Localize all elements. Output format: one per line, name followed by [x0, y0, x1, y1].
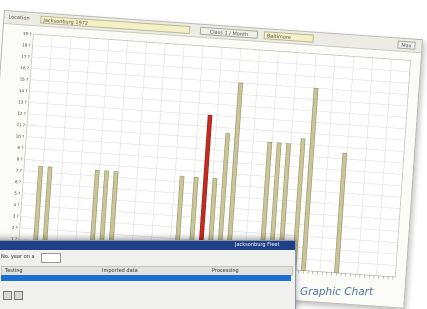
dialog-title: Jacksonburg Fleet [0, 241, 295, 250]
y-tick-label: 4 ? [13, 202, 19, 207]
bottom-dialog: Jacksonburg Fleet No. year on a Testing … [0, 240, 296, 309]
y-tick-label: 17 ? [21, 54, 30, 60]
y-tick-label: 12 ? [17, 111, 26, 117]
y-tick-label: 11 ? [16, 122, 25, 128]
y-tick-label: 7 ? [16, 168, 22, 173]
station-selector[interactable]: Baltimore [263, 31, 315, 43]
header-col-processing[interactable]: Processing [212, 267, 239, 275]
dialog-toolbar [3, 285, 33, 300]
header-col-testing[interactable]: Testing [5, 267, 23, 275]
class-month-button[interactable]: Class 1 / Month [199, 26, 259, 39]
y-tick-label: 8 ? [17, 156, 23, 161]
y-tick-label: 6 ? [15, 179, 21, 184]
y-tick-label: 5 ? [14, 191, 20, 196]
selected-row[interactable] [1, 275, 291, 281]
y-tick-label: 10 ? [16, 133, 25, 139]
y-tick-label: 14 ? [19, 88, 28, 94]
dialog-number-input[interactable] [41, 253, 61, 263]
tool-icon[interactable] [3, 291, 12, 300]
y-tick-label: 2 ? [12, 225, 18, 230]
max-button[interactable]: Max [397, 40, 416, 50]
y-tick-label: 19 ? [23, 31, 32, 37]
dialog-row-label: No. year on a [1, 254, 35, 260]
tool-icon[interactable] [14, 291, 23, 300]
screenshot-stage: Location Jacksonburg 1972 Class 1 / Mont… [0, 0, 427, 309]
y-tick-label: 3 ? [13, 213, 19, 218]
y-tick-label: 13 ? [18, 99, 27, 105]
y-tick-label: 18 ? [22, 42, 31, 48]
header-col-imported[interactable]: Imported data [102, 267, 138, 275]
y-tick-label: 16 ? [20, 65, 29, 71]
graphic-chart-caption: Graphic Chart [300, 286, 374, 298]
y-tick-label: 15 ? [20, 76, 29, 82]
location-label: Location [8, 14, 30, 22]
y-tick-label: 9 ? [17, 145, 23, 150]
